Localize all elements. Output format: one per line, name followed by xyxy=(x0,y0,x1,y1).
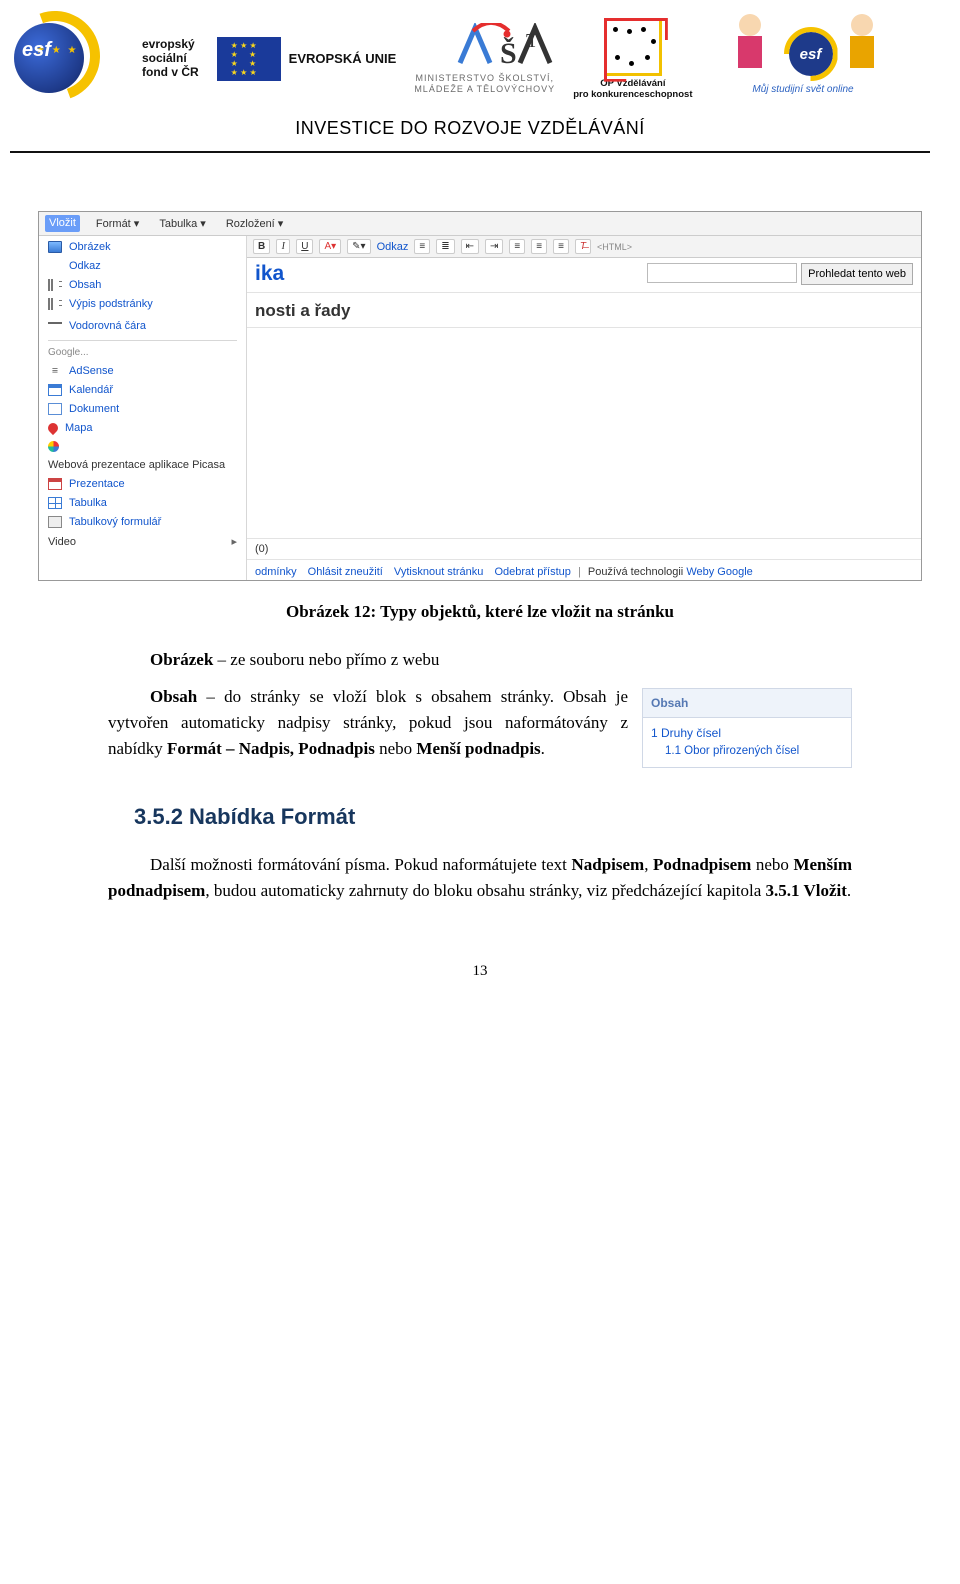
page-footer: odmínky Ohlásit zneužití Vytisknout strá… xyxy=(247,560,921,581)
footer-link-vytisknout[interactable]: Vytisknout stránku xyxy=(394,566,483,578)
invest-line: INVESTICE DO ROZVOJE VZDĚLÁVÁNÍ xyxy=(10,108,930,145)
calendar-icon xyxy=(48,384,62,396)
spreadsheet-icon xyxy=(48,497,62,509)
letterhead: ★ ★ ★ esf evropský sociální fond v ČR EV… xyxy=(10,10,930,153)
outdent-button[interactable]: ⇤ xyxy=(461,239,479,254)
colorwheel-icon xyxy=(48,441,59,452)
eu-block: EVROPSKÁ UNIE xyxy=(217,37,397,81)
esf-label: esf xyxy=(22,39,51,62)
dd-formular[interactable]: Tabulkový formulář xyxy=(39,513,246,532)
toc-icon xyxy=(48,279,62,291)
image-icon xyxy=(48,241,62,253)
attachments-row[interactable]: (0) xyxy=(247,538,921,560)
format-toolbar: B I U A▾ ✎▾ Odkaz ≡ ≣ ⇤ ⇥ ≡ ≡ ≡ T̶ <HTML… xyxy=(247,236,921,258)
dd-odkaz[interactable]: Odkaz xyxy=(39,257,246,276)
page-subtitle: nosti a řady xyxy=(247,293,921,327)
paragraph-format: Další možnosti formátování písma. Pokud … xyxy=(108,852,852,905)
menubar: Vložit Formát ▾ Tabulka ▾ Rozložení ▾ xyxy=(39,212,921,236)
search-button[interactable]: Prohledat tento web xyxy=(801,263,913,285)
dd-circle[interactable] xyxy=(39,438,246,456)
paragraph-obrazek: Obrázek – ze souboru nebo přímo z webu xyxy=(108,647,852,673)
italic-button[interactable]: I xyxy=(276,239,290,254)
dd-adsense[interactable]: AdSense xyxy=(39,362,246,381)
bullist-button[interactable]: ≣ xyxy=(436,239,454,254)
search-input[interactable] xyxy=(647,263,797,283)
link-icon xyxy=(48,260,62,272)
dd-obsah[interactable]: Obsah xyxy=(39,276,246,295)
dd-kalendar[interactable]: Kalendář xyxy=(39,381,246,400)
menu-format[interactable]: Formát ▾ xyxy=(92,215,143,232)
esf-logo: ★ ★ ★ esf xyxy=(14,15,124,103)
editor-screenshot: Vložit Formát ▾ Tabulka ▾ Rozložení ▾ Ob… xyxy=(38,211,922,581)
indent-button[interactable]: ⇥ xyxy=(485,239,503,254)
document-icon xyxy=(48,403,62,415)
align-left-button[interactable]: ≡ xyxy=(509,239,525,254)
insert-dropdown: Obrázek Odkaz Obsah Výpis podstránky Vod… xyxy=(39,236,247,581)
dd-obrazek[interactable]: Obrázek xyxy=(39,238,246,257)
footer-tech-link[interactable]: Weby Google xyxy=(686,566,752,578)
highlight-button[interactable]: ✎▾ xyxy=(347,239,370,254)
opvk-block: OP Vzdělávání pro konkurenceschopnost xyxy=(573,18,692,101)
menu-vlozit[interactable]: Vložit xyxy=(45,215,80,232)
footer-link-odebrat[interactable]: Odebrat přístup xyxy=(494,566,570,578)
page-title-input[interactable]: ika xyxy=(255,262,637,286)
editor-canvas[interactable] xyxy=(247,327,921,538)
obsah-float-title: Obsah xyxy=(643,689,851,719)
eu-label: EVROPSKÁ UNIE xyxy=(289,52,397,67)
hrule-icon xyxy=(48,322,62,334)
figure-caption: Obrázek 12: Typy objektů, které lze vlož… xyxy=(108,599,852,625)
dd-hline[interactable]: Vodorovná čára xyxy=(39,314,246,338)
eu-flag-icon xyxy=(217,37,281,81)
page-number: 13 xyxy=(108,960,852,983)
align-right-button[interactable]: ≡ xyxy=(553,239,569,254)
menu-rozlozeni[interactable]: Rozložení ▾ xyxy=(222,215,288,232)
dd-video[interactable]: Video▸ xyxy=(39,532,246,552)
clear-format-button[interactable]: T̶ xyxy=(575,239,591,254)
footer-link-odminky[interactable]: odmínky xyxy=(255,566,297,578)
underline-button[interactable]: U xyxy=(296,239,313,254)
textcolor-button[interactable]: A▾ xyxy=(319,239,341,254)
dd-tabulka[interactable]: Tabulka xyxy=(39,494,246,513)
chevron-right-icon: ▸ xyxy=(231,535,237,548)
esf-cs-text: evropský sociální fond v ČR xyxy=(142,38,199,79)
link-button[interactable]: Odkaz xyxy=(377,241,409,253)
heading-3-5-2: 3.5.2 Nabídka Formát xyxy=(134,800,852,834)
dd-mapa[interactable]: Mapa xyxy=(39,419,246,438)
msmt-block: Š T MINISTERSTVO ŠKOLSTVÍ, MLÁDEŽE A TĚL… xyxy=(414,23,555,95)
svg-text:T: T xyxy=(526,30,538,52)
obsah-float-l2[interactable]: 1.1 Obor přirozených čísel xyxy=(651,743,843,761)
obsah-float-l1[interactable]: 1 Druhy čísel xyxy=(651,724,843,743)
bold-button[interactable]: B xyxy=(253,239,270,254)
logo-row: ★ ★ ★ esf evropský sociální fond v ČR EV… xyxy=(10,10,930,108)
align-center-button[interactable]: ≡ xyxy=(531,239,547,254)
dd-vypis[interactable]: Výpis podstránky xyxy=(39,295,246,314)
numlist-button[interactable]: ≡ xyxy=(414,239,430,254)
opvk-icon xyxy=(604,18,662,76)
menu-tabulka[interactable]: Tabulka ▾ xyxy=(155,215,210,232)
svg-text:Š: Š xyxy=(500,37,517,69)
presentation-icon xyxy=(48,478,62,490)
dd-google-label: Google... xyxy=(39,343,246,362)
map-pin-icon xyxy=(46,421,60,435)
document-body: Obrázek 12: Typy objektů, které lze vlož… xyxy=(108,599,852,984)
html-button[interactable]: <HTML> xyxy=(597,242,632,252)
editor-pane: B I U A▾ ✎▾ Odkaz ≡ ≣ ⇤ ⇥ ≡ ≡ ≡ T̶ <HTML… xyxy=(247,236,921,581)
footer-link-ohlasit[interactable]: Ohlásit zneužití xyxy=(308,566,383,578)
dd-picasa[interactable]: Webová prezentace aplikace Picasa xyxy=(39,456,246,475)
footer-tech-prefix: Používá technologii xyxy=(588,566,686,578)
obsah-float-box: Obsah 1 Druhy čísel 1.1 Obor přirozených… xyxy=(642,688,852,768)
sublist-icon xyxy=(48,298,62,310)
form-icon xyxy=(48,516,62,528)
adsense-icon xyxy=(48,365,62,377)
msmt-logo-icon: Š T xyxy=(455,23,555,69)
right-cartoon-logo: esf Můj studijní svět online xyxy=(711,14,896,104)
dd-dokument[interactable]: Dokument xyxy=(39,400,246,419)
dd-prezentace[interactable]: Prezentace xyxy=(39,475,246,494)
